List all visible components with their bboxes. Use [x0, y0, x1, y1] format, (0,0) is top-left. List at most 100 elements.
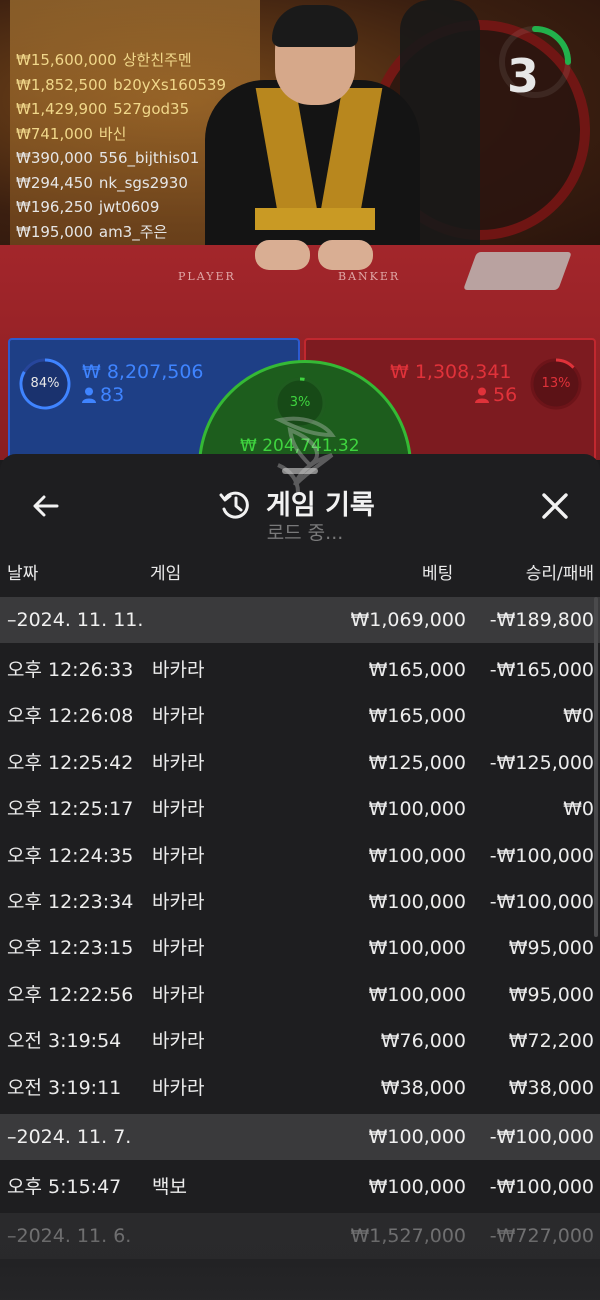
- game-history-row[interactable]: 오후 12:23:34 바카라 ₩100,000 -₩100,000: [0, 878, 600, 924]
- card-shoe: [463, 252, 572, 290]
- game-result: ₩0: [563, 705, 594, 728]
- game-history-row[interactable]: 오후 5:15:47 백보 ₩100,000 -₩100,000: [0, 1163, 600, 1209]
- leaderboard-amount: ₩294,450: [16, 173, 93, 192]
- game-result: -₩165,000: [489, 659, 594, 681]
- day-date: –2024. 11. 7.: [7, 1125, 132, 1148]
- user-icon: [82, 387, 96, 403]
- history-list[interactable]: –2024. 11. 11. ₩1,069,000 -₩189,800 오후 12:2…: [0, 597, 600, 1260]
- game-name: 백보: [152, 1175, 187, 1198]
- game-result: ₩95,000: [508, 983, 594, 1006]
- game-time: 오후 12:25:42: [7, 751, 134, 774]
- close-icon[interactable]: [533, 484, 577, 528]
- leaderboard-player-name: 상한친주멘: [122, 51, 192, 69]
- game-time: 오후 12:23:34: [7, 890, 134, 913]
- game-bet: ₩100,000: [368, 937, 466, 960]
- loading-text: 로드 중...: [266, 522, 344, 544]
- game-bet: ₩38,000: [380, 1076, 466, 1099]
- history-icon: [219, 491, 249, 519]
- leaderboard-amount: ₩196,250: [16, 198, 93, 216]
- day-total-result: -₩100,000: [489, 1125, 594, 1148]
- player-total-bet: ₩ 8,207,506: [82, 361, 204, 383]
- loading-indicator: 로드 중...: [250, 410, 360, 560]
- day-total-bet: ₩100,000: [368, 1125, 466, 1148]
- game-bet: ₩165,000: [368, 705, 466, 728]
- game-name: 바카라: [152, 659, 205, 681]
- leaderboard-player-name: 527god35: [113, 100, 190, 118]
- game-time: 오후 12:26:08: [7, 705, 134, 728]
- game-bet: ₩76,000: [380, 1030, 466, 1053]
- day-date: –2024. 11. 11.: [7, 609, 144, 631]
- game-bet: ₩100,000: [368, 844, 466, 867]
- leaderboard-row: ₩1,852,500 b20yXs160539: [16, 74, 226, 99]
- dealer: [205, 80, 420, 270]
- game-time: 오전 3:19:11: [7, 1076, 122, 1099]
- game-time: 오후 12:22:56: [7, 983, 134, 1006]
- game-time: 오후 12:24:35: [7, 844, 134, 867]
- leaderboard-row: ₩196,250 jwt0609: [16, 196, 226, 221]
- leaderboard-row: ₩15,600,000 상한친주멘: [16, 49, 226, 74]
- game-bet: ₩100,000: [368, 1175, 466, 1198]
- leaderboard-row: ₩741,000 바신: [16, 123, 226, 148]
- day-date: –2024. 11. 6.: [7, 1225, 132, 1248]
- game-history-row[interactable]: 오후 12:25:17 바카라 ₩100,000 ₩0: [0, 785, 600, 831]
- game-name: 바카라: [152, 937, 205, 960]
- day-total-result: -₩727,000: [489, 1225, 594, 1248]
- leaderboard-amount: ₩1,429,900: [16, 100, 108, 118]
- game-time: 오후 12:25:17: [7, 798, 134, 821]
- leaderboard-amount: ₩741,000: [16, 124, 93, 143]
- day-group-header[interactable]: –2024. 11. 6. ₩1,527,000 -₩727,000: [0, 1213, 600, 1260]
- game-history-row[interactable]: 오후 12:26:08 바카라 ₩165,000 ₩0: [0, 692, 600, 738]
- game-bet: ₩165,000: [368, 659, 466, 681]
- game-history-row[interactable]: 오전 3:19:11 바카라 ₩38,000 ₩38,000: [0, 1064, 600, 1110]
- game-name: 바카라: [152, 798, 205, 821]
- game-history-row[interactable]: 오후 12:25:42 바카라 ₩125,000 -₩125,000: [0, 739, 600, 785]
- game-history-row[interactable]: 오후 12:24:35 바카라 ₩100,000 -₩100,000: [0, 832, 600, 878]
- back-arrow-icon[interactable]: [24, 484, 68, 528]
- user-icon: [475, 387, 489, 403]
- leaderboard-player-name: b20yXs160539: [113, 75, 227, 94]
- game-history-sheet: 게임 기록 날짜 게임 베팅 승리/패배 –2024. 11. 11. ₩1,06…: [0, 454, 600, 1300]
- countdown-timer: 3: [506, 49, 539, 103]
- game-result: ₩0: [563, 798, 594, 821]
- day-total-bet: ₩1,527,000: [350, 1225, 466, 1248]
- game-result: ₩95,000: [508, 937, 594, 960]
- felt-player-label: PLAYER: [178, 270, 236, 283]
- leaderboard-player-name: nk_sgs2930: [98, 173, 188, 192]
- game-history-row[interactable]: 오후 12:26:33 바카라 ₩165,000 -₩165,000: [0, 646, 600, 692]
- column-header-result: 승리/패배: [525, 564, 594, 584]
- leaderboard-player-name: am3_주은: [98, 222, 168, 241]
- column-header-game: 게임: [150, 564, 182, 584]
- leaderboard-row: ₩1,429,900 527god35: [16, 98, 226, 123]
- leaderboard-row: ₩294,450 nk_sgs2930: [16, 172, 226, 197]
- game-bet: ₩100,000: [368, 890, 466, 913]
- game-result: -₩100,000: [489, 1175, 594, 1198]
- day-group-header[interactable]: –2024. 11. 11. ₩1,069,000 -₩189,800: [0, 597, 600, 643]
- game-time: 오후 5:15:47: [7, 1175, 122, 1198]
- game-history-row[interactable]: 오후 12:23:15 바카라 ₩100,000 ₩95,000: [0, 924, 600, 970]
- game-history-row[interactable]: 오전 3:19:54 바카라 ₩76,000 ₩72,200: [0, 1017, 600, 1063]
- day-group-header[interactable]: –2024. 11. 7. ₩100,000 -₩100,000: [0, 1113, 600, 1160]
- game-result: ₩72,200: [508, 1030, 594, 1053]
- scrollbar[interactable]: [594, 597, 598, 937]
- banker-total-bet: ₩ 1,308,341: [390, 361, 512, 383]
- game-name: 바카라: [152, 890, 205, 913]
- leaderboard-amount: ₩15,600,000: [16, 51, 117, 69]
- game-result: ₩38,000: [508, 1076, 594, 1099]
- banker-bettor-count: 56: [493, 384, 518, 406]
- day-total-result: -₩189,800: [489, 609, 594, 631]
- leaderboard-row: ₩195,000 am3_주은: [16, 221, 226, 246]
- game-name: 바카라: [152, 1076, 205, 1099]
- game-bet: ₩100,000: [368, 798, 466, 821]
- game-time: 오전 3:19:54: [7, 1030, 122, 1053]
- game-time: 오후 12:23:15: [7, 937, 134, 960]
- leaderboard-player-name: 556_bijthis01: [98, 149, 200, 167]
- game-time: 오후 12:26:33: [7, 659, 134, 681]
- game-result: -₩100,000: [489, 844, 594, 867]
- game-history-row[interactable]: 오후 12:22:56 바카라 ₩100,000 ₩95,000: [0, 971, 600, 1017]
- game-bet: ₩100,000: [368, 983, 466, 1006]
- player-percent: 84%: [30, 376, 60, 391]
- leaderboard-player-name: 바신: [98, 124, 127, 143]
- leaderboard-player-name: jwt0609: [98, 198, 160, 216]
- leaderboard-row: ₩390,000 556_bijthis01: [16, 147, 226, 172]
- banker-percent: 13%: [541, 376, 571, 391]
